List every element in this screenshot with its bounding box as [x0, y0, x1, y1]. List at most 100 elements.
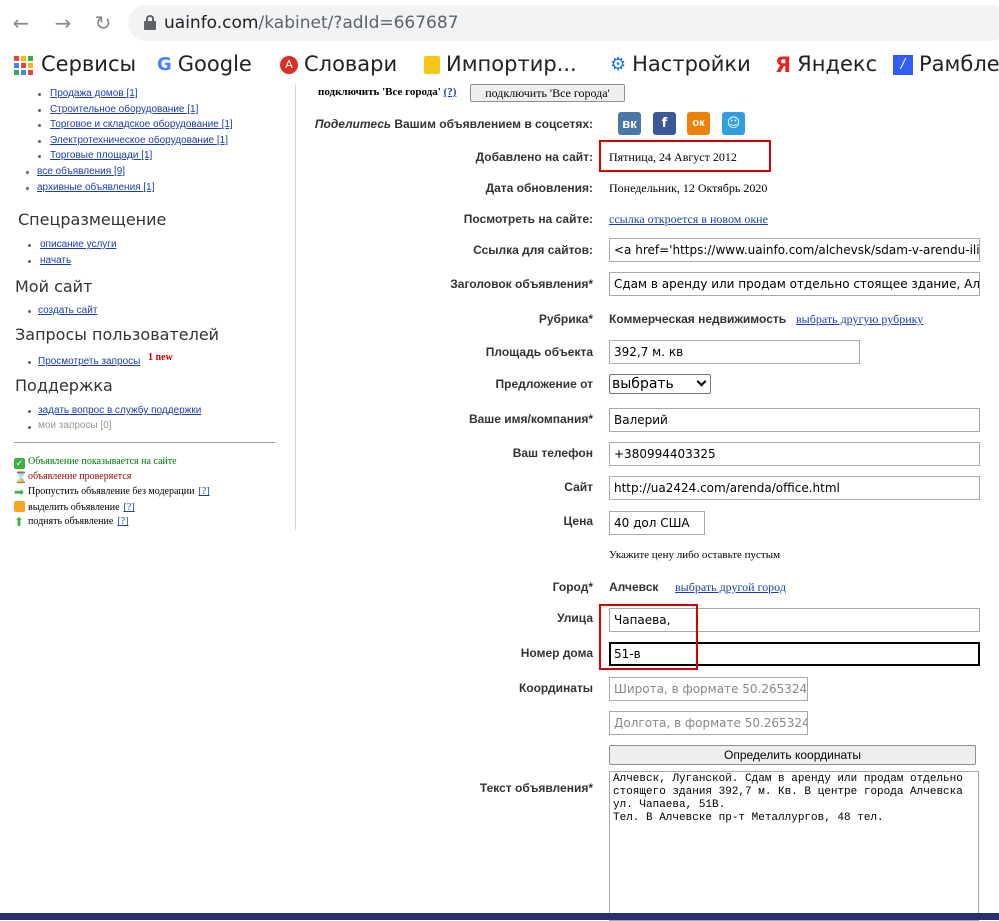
- sidebar: Продажа домов [1] Строительное оборудова…: [0, 84, 296, 530]
- bullet-icon: [26, 171, 29, 174]
- highlight-icon: [14, 501, 25, 512]
- section-title-support: Поддержка: [15, 376, 113, 395]
- yandex-icon: Я: [775, 53, 792, 77]
- bookmark-google[interactable]: G Google: [157, 50, 252, 78]
- folder-icon: [424, 56, 440, 74]
- name-label: Ваше имя/компания*: [468, 412, 593, 426]
- sidebar-link-electrical[interactable]: Электротехническое оборудование [1]: [50, 135, 228, 146]
- sidebar-link-construction[interactable]: Строительное оборудование [1]: [50, 104, 198, 115]
- sidebar-link-ask-support[interactable]: задать вопрос в службу поддержки: [38, 405, 201, 416]
- section-title-requests: Запросы пользователей: [15, 325, 220, 344]
- offer-from-label: Предложение от: [495, 377, 593, 391]
- phone-label: Ваш телефон: [512, 446, 593, 460]
- browser-toolbar: ← → ↻ uainfo.com/kabinet/?adId=667687: [0, 0, 999, 46]
- legend-skip-moderation: ➡ Пропустить объявление без модерации [?]: [14, 485, 210, 499]
- latitude-field[interactable]: Широта, в формате 50.26532458: [609, 677, 808, 701]
- offer-from-select[interactable]: выбрать: [609, 374, 711, 394]
- bookmark-services[interactable]: Сервисы: [14, 50, 136, 78]
- bookmark-settings[interactable]: ⚙ Настройки: [610, 50, 751, 78]
- price-label: Цена: [563, 514, 593, 528]
- highlight-box-date: [599, 140, 771, 172]
- coordinates-label: Координаты: [518, 681, 593, 695]
- bullet-icon: [28, 361, 31, 364]
- chevron-down-icon: [696, 376, 707, 387]
- ad-title-label: Заголовок объявления*: [450, 277, 593, 291]
- check-icon: ✓: [14, 458, 25, 469]
- bullet-icon: [28, 410, 31, 413]
- longitude-field[interactable]: Долгота, в формате 50.26532458: [609, 711, 808, 735]
- divider: [14, 442, 275, 443]
- detect-coordinates-button[interactable]: Определить координаты: [609, 745, 976, 765]
- back-icon[interactable]: ←: [8, 10, 34, 36]
- gear-icon: ⚙: [610, 54, 627, 75]
- embed-link-field[interactable]: <a href='https://www.uainfo.com/alchevsk…: [609, 238, 980, 262]
- sidebar-link-trade-equipment[interactable]: Торговое и складское оборудование [1]: [50, 119, 233, 130]
- reload-icon[interactable]: ↻: [90, 10, 116, 36]
- area-label: Площадь объекта: [485, 345, 593, 359]
- price-field[interactable]: 40 дол США: [609, 511, 705, 535]
- sidebar-link-all-ads[interactable]: все объявления [9]: [37, 166, 125, 177]
- phone-field[interactable]: +380994403325: [609, 442, 980, 466]
- bullet-icon: [26, 187, 29, 190]
- bullet-icon: [38, 124, 41, 127]
- connect-all-cities-button[interactable]: подключить 'Все города': [470, 84, 625, 102]
- hourglass-icon: ⌛: [14, 472, 28, 484]
- street-label: Улица: [557, 611, 593, 625]
- ad-text-field[interactable]: Алчевск, Луганской. Сдам в аренду или пр…: [609, 771, 979, 921]
- help-link[interactable]: [?]: [117, 516, 128, 527]
- rambler-icon: /: [893, 55, 913, 75]
- name-field[interactable]: Валерий: [609, 408, 980, 432]
- change-category-link[interactable]: выбрать другую рубрику: [796, 312, 923, 327]
- bullet-icon: [28, 310, 31, 313]
- site-field[interactable]: http://ua2424.com/arenda/office.html: [609, 476, 980, 500]
- arrow-right-icon: ➡: [14, 485, 25, 499]
- bookmark-imported[interactable]: Импортир...: [424, 50, 577, 78]
- facebook-icon[interactable]: f: [653, 112, 676, 135]
- sidebar-link-service-description[interactable]: описание услуги: [40, 239, 117, 250]
- embed-link-label: Ссылка для сайтов:: [473, 243, 593, 257]
- lock-icon: [144, 15, 156, 30]
- new-requests-badge: 1 new: [148, 352, 173, 363]
- view-on-site-label: Посмотреть на сайте:: [463, 212, 593, 226]
- sidebar-link-archive[interactable]: архивные объявления [1]: [37, 182, 155, 193]
- odnoklassniki-icon[interactable]: ок: [687, 112, 710, 135]
- bullet-icon: [38, 140, 41, 143]
- house-number-label: Номер дома: [520, 646, 593, 660]
- vk-icon[interactable]: вк: [618, 112, 641, 135]
- sidebar-link-start[interactable]: начать: [40, 255, 71, 266]
- bookmark-yandex[interactable]: Я Яндекс: [775, 50, 877, 78]
- bullet-icon: [28, 426, 31, 429]
- help-link[interactable]: [?]: [124, 502, 135, 513]
- city-value: Алчевск: [609, 580, 659, 594]
- legend-highlight: выделить объявление [?]: [14, 501, 135, 513]
- sidebar-link-create-site[interactable]: создать сайт: [38, 305, 97, 316]
- change-city-link[interactable]: выбрать другой город: [675, 580, 786, 595]
- sidebar-link-view-requests[interactable]: Просмотреть запросы: [38, 356, 140, 367]
- ad-text-label: Текст объявления*: [479, 781, 593, 795]
- url-text: uainfo.com/kabinet/?adId=667687: [164, 13, 459, 33]
- ad-title-field[interactable]: Сдам в аренду или продам отдельно стояще…: [609, 272, 980, 296]
- updated-value: Понедельник, 12 Октябрь 2020: [609, 181, 768, 195]
- forward-icon[interactable]: →: [50, 10, 76, 36]
- sidebar-my-requests: мои запросы [0]: [38, 420, 112, 431]
- address-bar[interactable]: uainfo.com/kabinet/?adId=667687: [128, 5, 999, 41]
- share-label: Поделитесь Вашим объявлением в соцсетях:: [314, 117, 593, 131]
- updated-label: Дата обновления:: [485, 181, 593, 195]
- sidebar-link-retail-space[interactable]: Торговые площади [1]: [50, 150, 152, 161]
- area-field[interactable]: 392,7 м. кв: [609, 340, 860, 364]
- bullet-icon: [38, 109, 41, 112]
- sidebar-link-houses[interactable]: Продажа домов [1]: [50, 88, 138, 99]
- section-title-special: Спецразмещение: [18, 210, 167, 229]
- bookmark-rambler[interactable]: / Рамбле: [893, 50, 999, 78]
- help-link[interactable]: [?]: [198, 486, 209, 497]
- site-label: Сайт: [564, 480, 593, 494]
- connect-all-cities-label: подключить 'Все города' (?): [318, 86, 457, 98]
- view-on-site-link[interactable]: ссылка откроется в новом окне: [609, 212, 768, 227]
- connect-help-link[interactable]: (?): [444, 86, 457, 98]
- category-value: Коммерческая недвижимость: [609, 312, 787, 326]
- price-hint: Укажите цену либо оставьте пустым: [609, 549, 781, 561]
- legend-raise: ⬆ поднять объявление [?]: [14, 515, 129, 529]
- google-icon: G: [157, 54, 172, 75]
- moimir-icon[interactable]: ☺: [722, 112, 745, 135]
- bookmark-dictionaries[interactable]: A Словари: [280, 50, 397, 78]
